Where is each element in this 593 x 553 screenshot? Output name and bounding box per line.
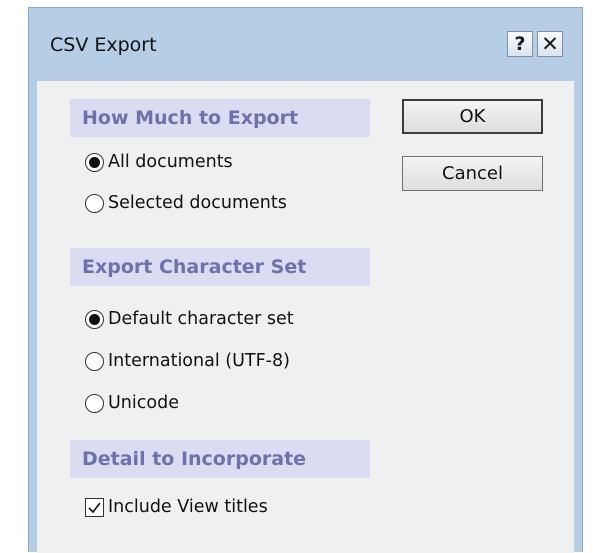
checkbox-label: Include View titles [108,497,268,517]
checkmark-icon [88,502,101,513]
help-button[interactable]: ? [507,31,533,57]
radio-utf8[interactable]: International (UTF-8) [85,348,290,374]
radio-button[interactable] [85,351,104,371]
checkbox[interactable] [85,497,104,517]
radio-label: Selected documents [108,193,287,213]
radio-label: Unicode [108,393,179,413]
title-bar[interactable]: CSV Export ? ✕ [29,8,582,81]
radio-default-charset[interactable]: Default character set [85,306,294,332]
radio-selected-documents[interactable]: Selected documents [85,190,287,216]
dialog-body: How Much to Export All documents Selecte… [37,81,574,553]
radio-unicode[interactable]: Unicode [85,390,179,416]
radio-label: International (UTF-8) [108,351,290,371]
group-header-how-much: How Much to Export [70,99,370,137]
radio-label: Default character set [108,309,294,329]
ok-button[interactable]: OK [402,99,543,134]
radio-button[interactable] [85,393,104,413]
window-title: CSV Export [50,34,157,56]
radio-button-selected[interactable] [85,152,104,172]
radio-button[interactable] [85,193,104,213]
close-button[interactable]: ✕ [537,31,563,57]
radio-all-documents[interactable]: All documents [85,149,233,175]
dialog-window: CSV Export ? ✕ How Much to Export All do… [28,7,583,553]
group-header-charset: Export Character Set [70,248,370,286]
radio-button-selected[interactable] [85,309,104,329]
radio-label: All documents [108,152,233,172]
group-header-detail: Detail to Incorporate [70,440,370,478]
help-icon: ? [514,33,526,55]
close-icon: ✕ [541,32,559,56]
checkbox-include-view-titles[interactable]: Include View titles [85,494,268,520]
cancel-button[interactable]: Cancel [402,156,543,191]
